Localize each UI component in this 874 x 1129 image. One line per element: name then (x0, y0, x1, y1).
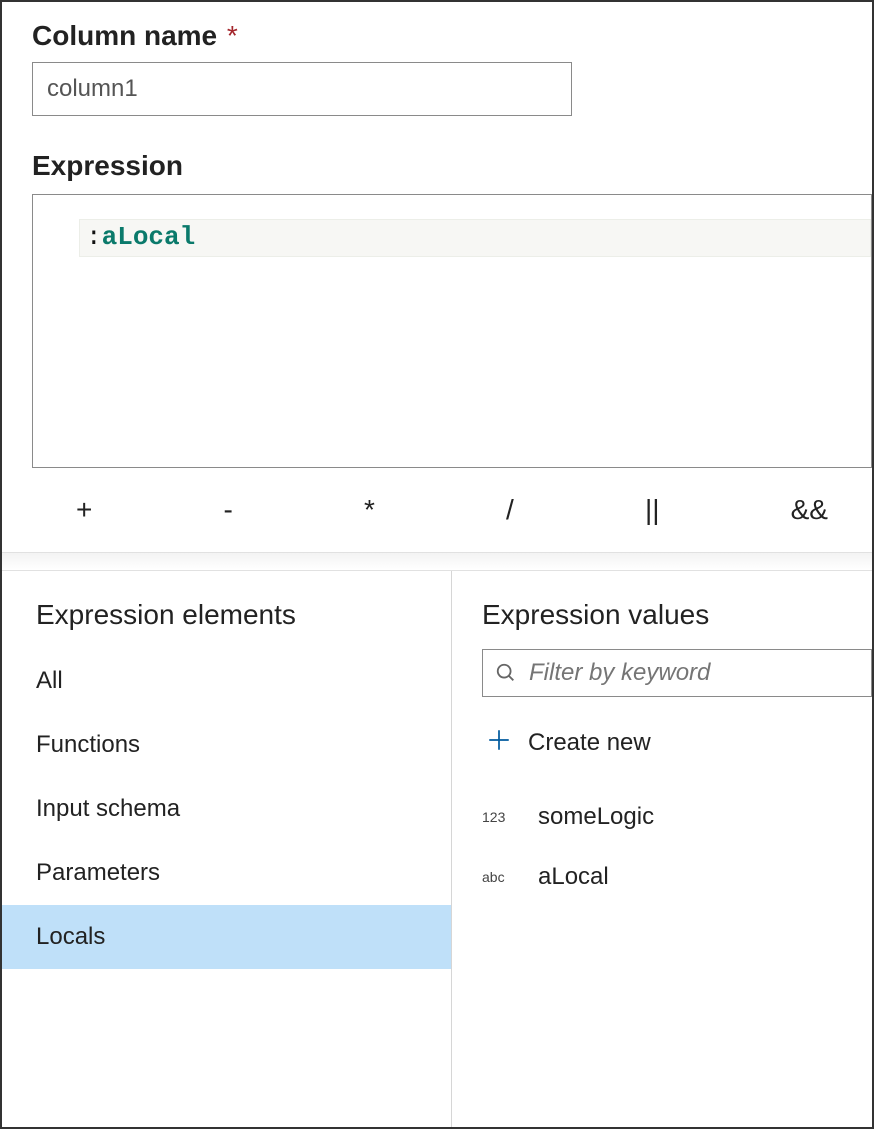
expression-editor[interactable]: :aLocal (32, 194, 872, 468)
column-name-input[interactable] (32, 62, 572, 116)
section-divider (2, 552, 872, 570)
elements-item-all[interactable]: All (2, 649, 451, 713)
expression-prefix: : (86, 222, 102, 252)
required-marker: * (227, 20, 238, 51)
value-item-label: aLocal (538, 863, 609, 891)
plus-icon (486, 727, 512, 759)
filter-input-wrap[interactable] (482, 649, 872, 697)
operator-minus[interactable]: - (224, 494, 233, 526)
operator-multiply[interactable]: * (364, 494, 375, 526)
column-name-label: Column name * (32, 20, 842, 52)
value-item-somelogic[interactable]: 123 someLogic (482, 787, 872, 847)
elements-item-functions[interactable]: Functions (2, 713, 451, 777)
operator-and[interactable]: && (791, 494, 828, 526)
upper-section: Column name * Expression :aLocal + - * /… (2, 2, 872, 552)
expression-builder-panel: Column name * Expression :aLocal + - * /… (0, 0, 874, 1129)
expression-elements-title: Expression elements (36, 599, 451, 631)
expression-identifier: aLocal (102, 222, 196, 252)
operator-divide[interactable]: / (506, 494, 514, 526)
lower-section: Expression elements All Functions Input … (2, 570, 872, 1127)
create-new-button[interactable]: Create new (482, 719, 872, 787)
expression-elements-list: All Functions Input schema Parameters Lo… (36, 649, 451, 969)
expression-values-title: Expression values (482, 599, 872, 631)
filter-input[interactable] (527, 658, 859, 688)
type-badge-number-icon: 123 (482, 809, 516, 825)
expression-line: :aLocal (79, 219, 871, 257)
expression-elements-pane: Expression elements All Functions Input … (2, 571, 452, 1127)
create-new-label: Create new (528, 729, 651, 757)
expression-values-pane: Expression values Create new 12 (452, 571, 872, 1127)
operator-plus[interactable]: + (76, 494, 92, 526)
elements-item-input-schema[interactable]: Input schema (2, 777, 451, 841)
search-icon (495, 662, 517, 684)
value-item-alocal[interactable]: abc aLocal (482, 847, 872, 907)
operator-or[interactable]: || (645, 494, 660, 526)
operator-toolbar: + - * / || && (32, 468, 872, 552)
elements-item-locals[interactable]: Locals (2, 905, 451, 969)
elements-item-parameters[interactable]: Parameters (2, 841, 451, 905)
expression-label: Expression (32, 150, 842, 182)
column-name-label-text: Column name (32, 20, 217, 51)
type-badge-string-icon: abc (482, 869, 516, 885)
value-item-label: someLogic (538, 803, 654, 831)
